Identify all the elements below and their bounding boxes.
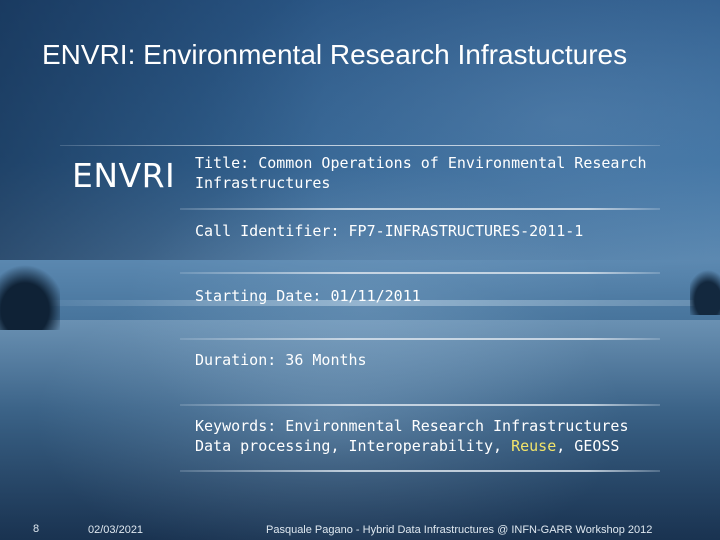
slide-title: ENVRI: Environmental Research Infrastuct… — [42, 39, 628, 70]
envri-logo: ENVRI — [72, 156, 176, 195]
divider — [180, 208, 660, 210]
project-title-field: Title: Common Operations of Environmenta… — [195, 154, 647, 192]
slide-canvas: ENVRI: Environmental Research Infrastuct… — [0, 0, 720, 540]
footer-credit: Pasquale Pagano - Hybrid Data Infrastruc… — [266, 524, 653, 536]
keywords-text: Data processing, Interoperability, — [195, 437, 512, 455]
divider — [180, 404, 660, 406]
divider — [180, 338, 660, 340]
starting-date-field: Starting Date: 01/11/2011 — [195, 287, 421, 305]
keywords-field: Keywords: Environmental Research Infrast… — [195, 416, 665, 456]
call-identifier-field: Call Identifier: FP7-INFRASTRUCTURES-201… — [195, 222, 584, 240]
page-number: 8 — [33, 523, 40, 535]
keyword-highlight: Reuse — [511, 437, 557, 455]
background-island-left — [0, 250, 60, 330]
keywords-line-1: Keywords: Environmental Research Infrast… — [195, 417, 629, 435]
keywords-text-end: , GEOSS — [556, 437, 620, 455]
keywords-line-2: Data processing, Interoperability, Reuse… — [195, 436, 665, 456]
duration-field: Duration: 36 Months — [195, 351, 367, 369]
divider-bottom — [180, 470, 660, 472]
divider-top — [60, 145, 660, 146]
divider — [180, 272, 660, 274]
background-island-right — [690, 255, 720, 315]
footer-date: 02/03/2021 — [88, 524, 144, 536]
